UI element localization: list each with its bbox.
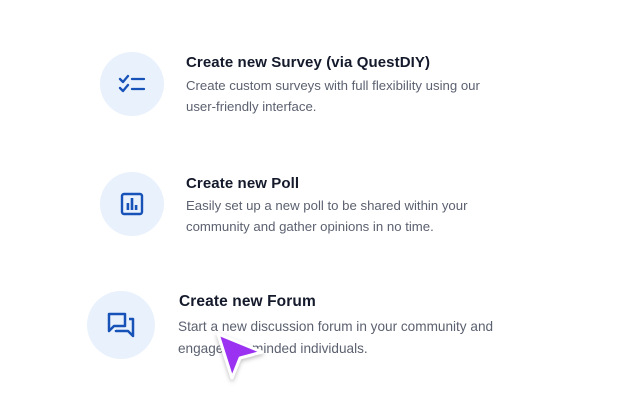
poll-description-line1: Easily set up a new poll to be shared wi…	[186, 198, 468, 213]
poll-title: Create new Poll	[186, 175, 300, 192]
poll-description-line2: community and gather opinions in no time…	[186, 218, 434, 234]
bar-chart-icon	[120, 192, 144, 216]
poll-description: Easily set up a new poll to be shared wi…	[186, 196, 526, 237]
forum-description-line2: engage like-minded individuals.	[178, 340, 368, 356]
forum-icon-circle	[87, 291, 155, 359]
survey-description-line1: Create custom surveys with full flexibil…	[186, 78, 480, 93]
poll-icon-circle	[100, 172, 164, 236]
create-survey-option[interactable]: Create new Survey (via QuestDIY) Create …	[100, 45, 520, 125]
create-forum-option[interactable]: Create new Forum Start a new discussion …	[87, 285, 527, 365]
survey-description-line2: user-friendly interface.	[186, 98, 317, 114]
forum-description: Start a new discussion forum in your com…	[178, 316, 538, 359]
survey-description: Create custom surveys with full flexibil…	[186, 76, 526, 117]
survey-title: Create new Survey (via QuestDIY)	[186, 54, 431, 71]
create-poll-option[interactable]: Create new Poll Easily set up a new poll…	[100, 165, 520, 245]
forum-title: Create new Forum	[179, 293, 316, 310]
survey-icon-circle	[100, 52, 164, 116]
checklist-icon	[118, 74, 146, 93]
chat-bubbles-icon	[107, 312, 135, 338]
forum-description-line1: Start a new discussion forum in your com…	[178, 319, 494, 334]
